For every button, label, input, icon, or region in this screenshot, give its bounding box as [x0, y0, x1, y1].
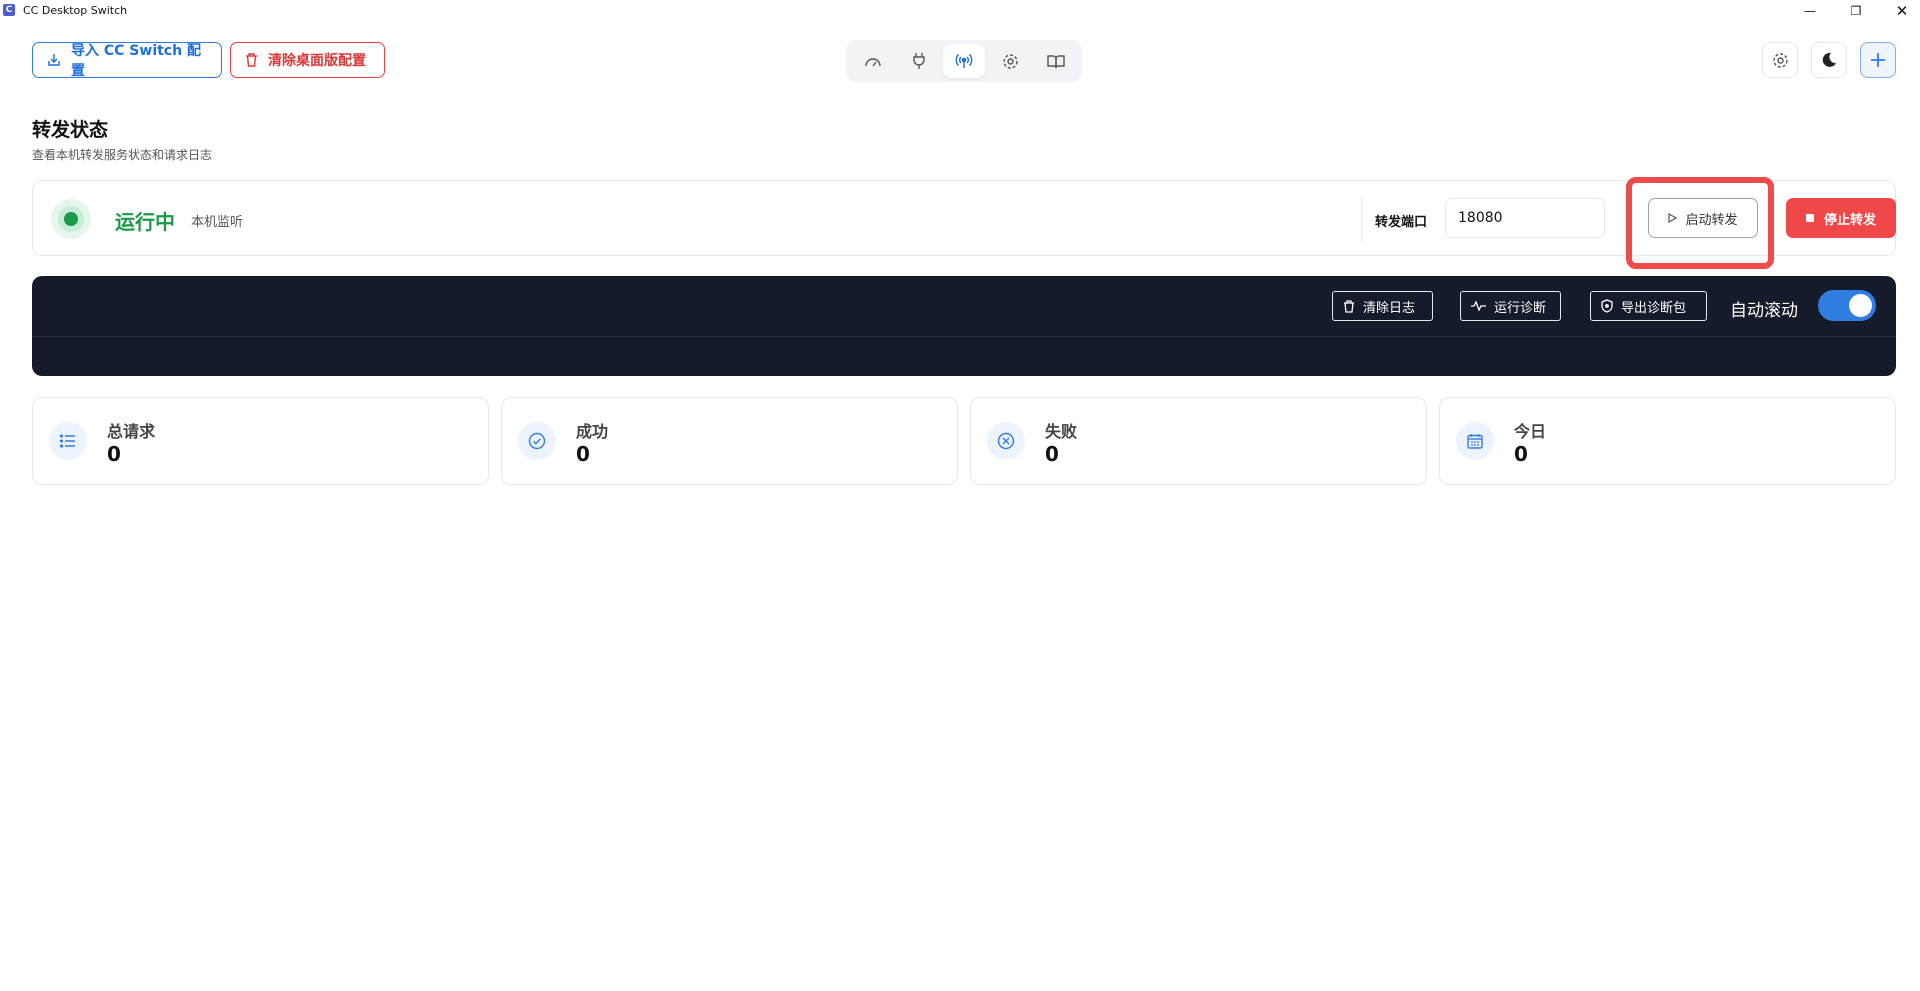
export-diagnostics-label: 导出诊断包: [1621, 300, 1687, 316]
broadcast-icon: [955, 54, 973, 68]
auto-scroll-toggle[interactable]: [1818, 290, 1876, 321]
window-title: CC Desktop Switch: [23, 4, 128, 17]
nav-docs[interactable]: [1035, 44, 1077, 78]
start-forwarding-button[interactable]: 启动转发: [1648, 198, 1758, 238]
toggle-knob: [1849, 294, 1872, 317]
import-icon: [48, 54, 60, 66]
log-divider: [32, 336, 1896, 337]
page-title: 转发状态: [32, 119, 109, 141]
import-config-label: 导入 CC Switch 配置: [71, 43, 201, 79]
port-label: 转发端口: [1375, 215, 1428, 230]
run-diagnostics-label: 运行诊断: [1494, 300, 1547, 316]
start-forwarding-label: 启动转发: [1685, 212, 1738, 228]
settings-icon: [1002, 53, 1018, 69]
stat-value: 0: [107, 442, 121, 466]
import-config-button[interactable]: 导入 CC Switch 配置: [32, 42, 222, 79]
nav-settings[interactable]: [989, 44, 1031, 78]
theme-toggle-button[interactable]: [1811, 42, 1847, 78]
nav-dashboard[interactable]: [852, 44, 894, 78]
page-subtitle: 查看本机转发服务状态和请求日志: [32, 148, 213, 162]
clear-log-label: 清除日志: [1363, 300, 1416, 316]
request-log-panel: 清除日志 运行诊断 导出诊断包 自动滚动: [32, 276, 1896, 376]
moon-icon: [1822, 52, 1836, 67]
stat-card-failed: 失败 0: [970, 397, 1427, 485]
nav-providers[interactable]: [898, 44, 940, 78]
minimize-button[interactable]: —: [1787, 0, 1833, 22]
stat-label: 成功: [576, 422, 609, 441]
maximize-button[interactable]: ❐: [1833, 0, 1879, 22]
play-icon: [1668, 213, 1678, 223]
clear-log-button[interactable]: 清除日志: [1332, 291, 1433, 321]
stat-card-today: 今日 0: [1439, 397, 1896, 485]
trash-icon: [1344, 299, 1354, 313]
stop-forwarding-button[interactable]: 停止转发: [1786, 198, 1896, 238]
status-text: 运行中: [115, 210, 175, 234]
x-circle-icon: [987, 422, 1025, 460]
stop-forwarding-label: 停止转发: [1823, 212, 1876, 228]
forwarding-status-card: 运行中 本机监听 转发端口: [32, 180, 1896, 256]
clear-desktop-config-button[interactable]: 清除桌面版配置: [230, 42, 385, 78]
stat-value: 0: [576, 442, 590, 466]
gear-icon: [1772, 52, 1788, 68]
nav-forwarding[interactable]: [943, 44, 985, 78]
stat-label: 总请求: [107, 422, 156, 441]
trash-icon: [246, 53, 257, 67]
main-nav: [846, 40, 1082, 82]
list-icon: [49, 422, 87, 460]
auto-scroll-label: 自动滚动: [1730, 301, 1798, 321]
settings-button[interactable]: [1762, 42, 1798, 78]
export-diagnostics-button[interactable]: 导出诊断包: [1590, 291, 1707, 321]
port-input[interactable]: [1445, 198, 1605, 238]
stat-label: 今日: [1514, 422, 1547, 441]
status-scope: 本机监听: [191, 215, 244, 230]
plus-icon: [1871, 53, 1885, 67]
add-button[interactable]: [1860, 42, 1896, 78]
activity-icon: [1471, 300, 1486, 312]
plug-icon: [913, 53, 925, 69]
status-indicator: [51, 199, 91, 239]
app-icon: C: [3, 4, 15, 16]
stat-value: 0: [1514, 442, 1528, 466]
book-icon: [1047, 54, 1065, 68]
stat-card-total: 总请求 0: [32, 397, 489, 485]
dashboard-icon: [865, 58, 881, 67]
stat-card-success: 成功 0: [501, 397, 958, 485]
stat-label: 失败: [1045, 422, 1078, 441]
divider: [1361, 197, 1362, 241]
shield-icon: [1601, 299, 1613, 313]
run-diagnostics-button[interactable]: 运行诊断: [1460, 291, 1561, 321]
calendar-icon: [1456, 422, 1494, 460]
title-bar: C CC Desktop Switch — ❐ ✕: [0, 0, 1920, 22]
stop-icon: [1805, 214, 1814, 222]
check-circle-icon: [518, 422, 556, 460]
close-button[interactable]: ✕: [1879, 0, 1920, 22]
clear-desktop-config-label: 清除桌面版配置: [268, 53, 366, 69]
stat-value: 0: [1045, 442, 1059, 466]
